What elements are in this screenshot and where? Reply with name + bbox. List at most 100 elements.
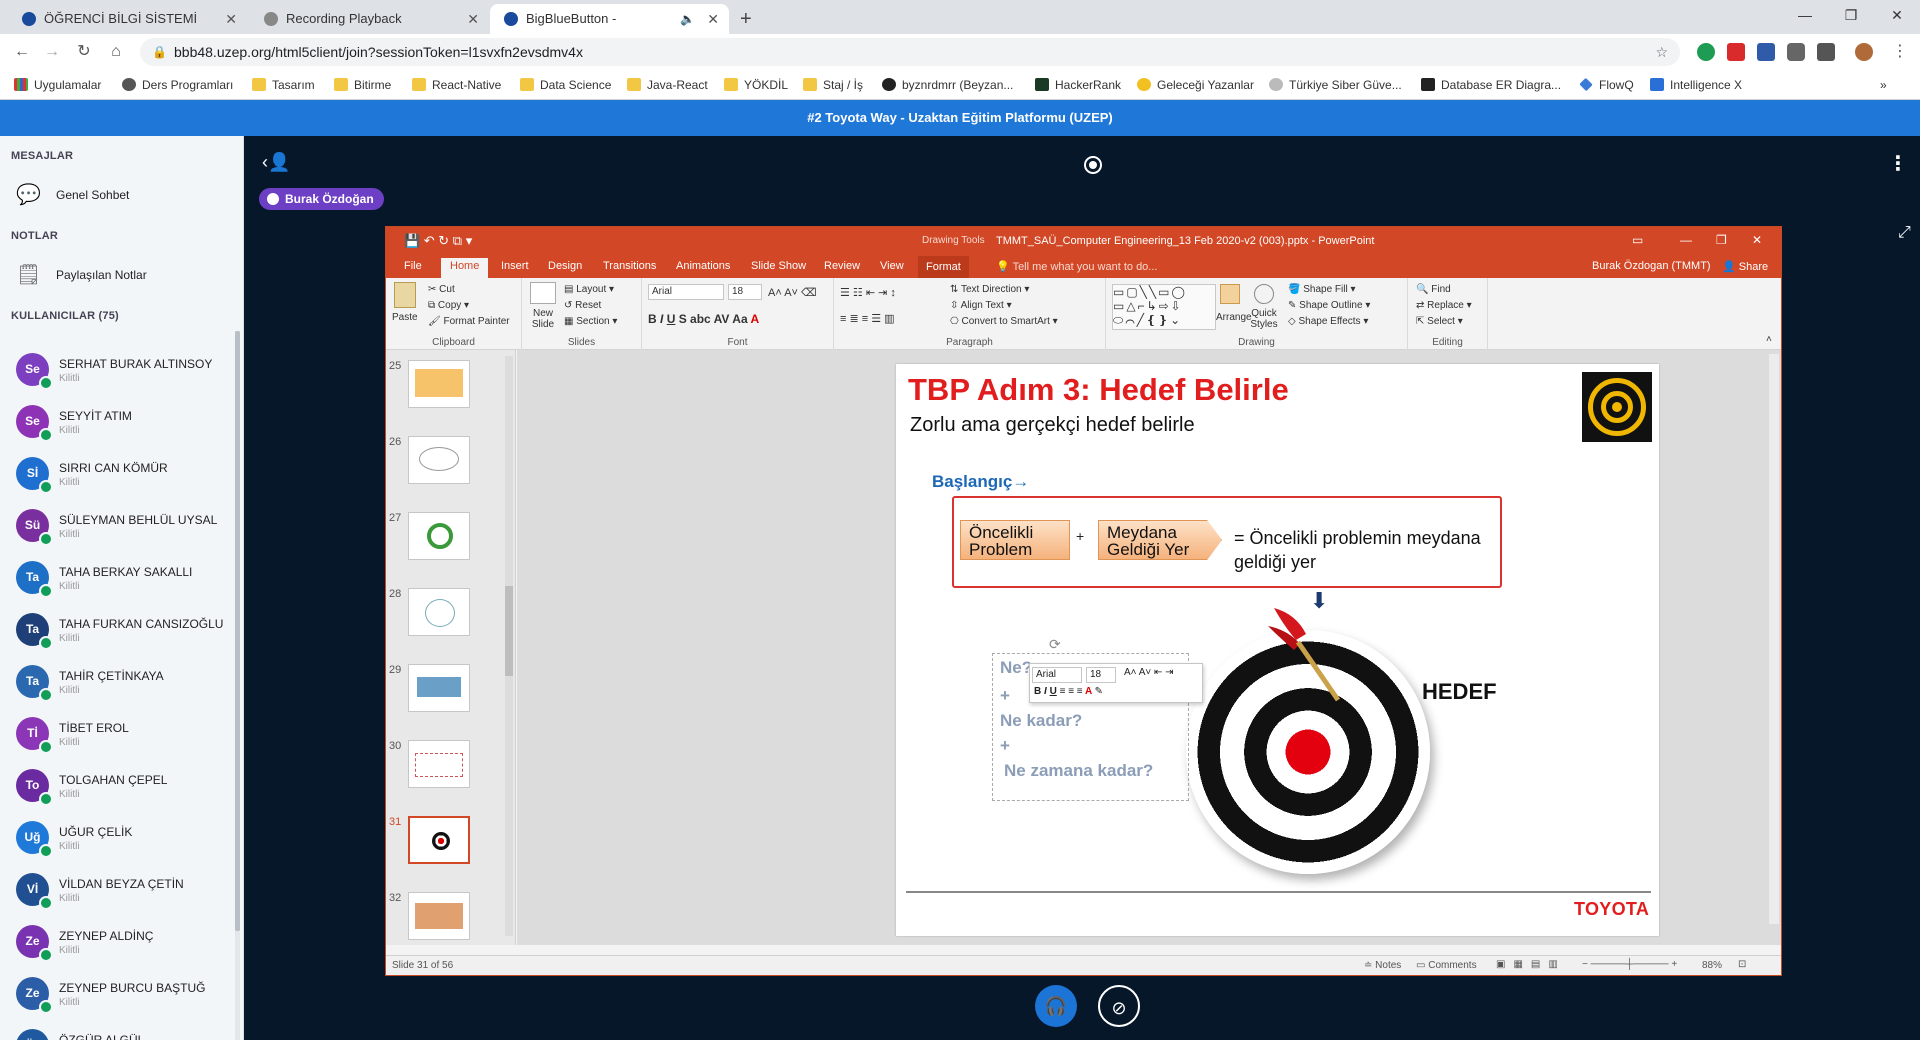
cut-button[interactable]: ✂ Cut: [428, 284, 455, 295]
bookmark-database-er[interactable]: Database ER Diagra...: [1421, 70, 1561, 100]
mini-grow-shrink-icons[interactable]: A˄ A˅ ⇤ ⇥: [1124, 667, 1174, 678]
user-list-item[interactable]: Ta TAHİR ÇETİNKAYA Kilitli: [0, 659, 234, 711]
back-arrow-icon[interactable]: ←: [10, 40, 34, 64]
view-mode-icons[interactable]: ▣▦▤▥: [1496, 959, 1566, 970]
audio-headphones-button[interactable]: 🎧: [1035, 985, 1077, 1027]
user-list-item[interactable]: Uğ UĞUR ÇELİK Kilitli: [0, 815, 234, 867]
alignment-icons[interactable]: ≡ ≣ ≡ ☰ ▥: [840, 312, 895, 325]
user-list-item[interactable]: Kilitli: [0, 331, 234, 333]
bookmark-data-science[interactable]: Data Science: [520, 70, 611, 100]
browser-tab-recording[interactable]: Recording Playback ✕: [250, 4, 489, 34]
tab-close-icon[interactable]: ✕: [467, 4, 479, 34]
slide-thumbnail[interactable]: [408, 740, 470, 788]
bookmark-react-native[interactable]: React-Native: [412, 70, 501, 100]
ppt-tab-insert[interactable]: Insert: [501, 260, 529, 272]
mini-format-toolbar[interactable]: Arial 18 A˄ A˅ ⇤ ⇥ B I U ≡ ≡ ≡ A ✎: [1029, 663, 1203, 703]
ppt-tab-review[interactable]: Review: [824, 260, 860, 272]
slide-thumbnail[interactable]: [408, 588, 470, 636]
browser-menu-icon[interactable]: ⋮: [1888, 40, 1912, 64]
shared-powerpoint-window[interactable]: 💾 ↶ ↻ ⧉ ▾ Drawing Tools TMMT_SAÜ_Compute…: [385, 226, 1782, 976]
user-list-item[interactable]: Ze ZEYNEP BURCU BAŞTUĞ Kilitli: [0, 971, 234, 1023]
notes-button[interactable]: ≐ Notes: [1364, 960, 1401, 971]
font-style-buttons[interactable]: B I U S abc AV Aa A: [648, 312, 759, 326]
shape-fill-button[interactable]: 🪣 Shape Fill ▾: [1288, 284, 1356, 295]
minimize-window-button[interactable]: —: [1782, 0, 1828, 30]
font-grow-shrink-icons[interactable]: A˄ A˅ ⌫: [768, 286, 817, 299]
align-text-button[interactable]: ⇳ Align Text ▾: [950, 300, 1012, 311]
ppt-tab-home[interactable]: Home: [441, 258, 489, 278]
slide-thumbnail[interactable]: [408, 436, 470, 484]
browser-tab-obs[interactable]: ÖĞRENCİ BİLGİ SİSTEMİ ✕: [8, 4, 247, 34]
bookmark-tasarim[interactable]: Tasarım: [252, 70, 315, 100]
comments-button[interactable]: ▭ Comments: [1416, 960, 1477, 971]
bookmark-github[interactable]: byznrdmrr (Beyzan...: [882, 70, 1013, 100]
new-slide-icon[interactable]: [530, 282, 556, 304]
user-list-item[interactable]: Ta TAHA BERKAY SAKALLI Kilitli: [0, 555, 234, 607]
user-list-item[interactable]: Sİ SIRRI CAN KÖMÜR Kilitli: [0, 451, 234, 503]
slide-thumbnail[interactable]: [408, 512, 470, 560]
quick-styles-button[interactable]: Quick Styles: [1248, 308, 1280, 330]
user-list-item[interactable]: Sü SÜLEYMAN BEHLÜL UYSAL Kilitli: [0, 503, 234, 555]
bookmark-yokdil[interactable]: YÖKDİL: [724, 70, 788, 100]
profile-avatar-icon[interactable]: [1855, 43, 1873, 61]
paste-icon[interactable]: [394, 282, 416, 308]
media-control-icon[interactable]: [1817, 43, 1835, 61]
bookmark-java-react[interactable]: Java-React: [627, 70, 708, 100]
current-slide[interactable]: TBP Adım 3: Hedef Belirle Zorlu ama gerç…: [896, 364, 1659, 936]
close-window-button[interactable]: ✕: [1874, 0, 1920, 30]
find-button[interactable]: 🔍 Find: [1416, 284, 1451, 295]
font-name-select[interactable]: Arial: [648, 284, 724, 300]
mini-style-icons[interactable]: B I U ≡ ≡ ≡ A ✎: [1034, 686, 1103, 697]
forward-arrow-icon[interactable]: →: [40, 40, 64, 64]
public-chat-item[interactable]: 💬 Genel Sohbet: [14, 180, 129, 210]
reload-icon[interactable]: ↻: [72, 40, 96, 64]
ppt-tab-transitions[interactable]: Transitions: [603, 260, 656, 272]
ribbon-display-icon[interactable]: ▭: [1632, 233, 1643, 247]
home-icon[interactable]: ⌂: [104, 40, 128, 64]
slide-thumbnail[interactable]: [408, 360, 470, 408]
tab-close-icon[interactable]: ✕: [225, 4, 237, 34]
shapes-gallery[interactable]: ▭▢╲╲▭◯ ▭△⌐↳⇨⇩ ⬭⌒╱❴❵⌄: [1112, 284, 1216, 330]
mini-size-select[interactable]: 18: [1086, 667, 1116, 683]
user-list-item[interactable]: Vİ VİLDAN BEYZA ÇETİN Kilitli: [0, 867, 234, 919]
restore-window-button[interactable]: ❐: [1828, 0, 1874, 30]
tab-close-icon[interactable]: ✕: [707, 4, 719, 34]
fit-slide-icon[interactable]: ⊡: [1738, 959, 1746, 970]
collapse-ribbon-icon[interactable]: ˄: [1766, 334, 1772, 345]
section-button[interactable]: ▦ Section ▾: [564, 316, 617, 327]
slide-thumbnail[interactable]: [408, 892, 470, 940]
user-list-item[interactable]: Ta TAHA FURKAN CANSIZOĞLU Kilitli: [0, 607, 234, 659]
ppt-close-icon[interactable]: ✕: [1752, 233, 1762, 247]
bookmark-flowq[interactable]: FlowQ: [1579, 70, 1634, 100]
slide-thumbnail-active[interactable]: [408, 816, 470, 864]
text-direction-button[interactable]: ⇅ Text Direction ▾: [950, 284, 1029, 295]
slide-scrollbar[interactable]: [1769, 354, 1779, 924]
mini-font-select[interactable]: Arial: [1032, 667, 1082, 683]
ppt-signed-in-user[interactable]: Burak Özdogan (TMMT): [1592, 260, 1711, 272]
bookmark-apps[interactable]: Uygulamalar: [14, 70, 101, 100]
paste-button[interactable]: Paste: [392, 312, 418, 323]
font-size-select[interactable]: 18: [728, 284, 762, 300]
bookmark-star-icon[interactable]: ☆: [1655, 38, 1668, 66]
ppt-tab-design[interactable]: Design: [548, 260, 582, 272]
ppt-minimize-icon[interactable]: —: [1680, 233, 1692, 247]
new-tab-button[interactable]: +: [740, 4, 752, 34]
ppt-tab-file[interactable]: File: [404, 260, 422, 272]
ppt-tab-view[interactable]: View: [880, 260, 904, 272]
ppt-tab-slideshow[interactable]: Slide Show: [751, 260, 806, 272]
list-indent-icons[interactable]: ☰ ☷ ⇤ ⇥ ↕: [840, 286, 896, 299]
bookmark-siber-guvenlik[interactable]: Türkiye Siber Güve...: [1269, 70, 1402, 100]
calendar-extension-icon[interactable]: [1757, 43, 1775, 61]
bookmark-hackerrank[interactable]: HackerRank: [1035, 70, 1121, 100]
bookmark-ders-programlari[interactable]: Ders Programları: [122, 70, 233, 100]
shape-effects-button[interactable]: ◇ Shape Effects ▾: [1288, 316, 1368, 327]
arrange-icon[interactable]: [1220, 284, 1240, 304]
more-bookmarks-chevron-icon[interactable]: »: [1880, 70, 1887, 100]
bookmark-intelligence-x[interactable]: Intelligence X: [1650, 70, 1742, 100]
format-painter-button[interactable]: 🖌 Format Painter: [428, 316, 510, 327]
convert-smartart-button[interactable]: ⎔ Convert to SmartArt ▾: [950, 316, 1058, 327]
address-bar[interactable]: 🔒 bbb48.uzep.org/html5client/join?sessio…: [140, 38, 1680, 66]
shield-extension-icon[interactable]: [1697, 43, 1715, 61]
ppt-restore-icon[interactable]: ❐: [1716, 233, 1727, 247]
bookmark-bitirme[interactable]: Bitirme: [334, 70, 391, 100]
